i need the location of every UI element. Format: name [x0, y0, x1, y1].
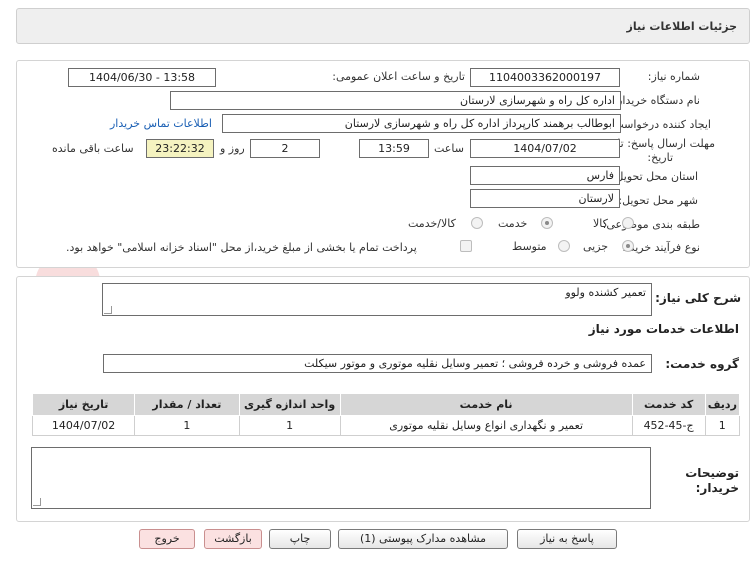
cell-service-code: ج-45-452: [631, 415, 706, 436]
cell-need-date: 1404/07/02: [31, 415, 136, 436]
attachments-button[interactable]: مشاهده مدارک پیوستی (1): [338, 529, 508, 549]
deadline-time-field: 13:59: [359, 139, 429, 158]
buyer-notes-label: توضیحات: [685, 466, 739, 480]
process-radio-medium[interactable]: [558, 240, 570, 252]
remaining-time-field: 23:22:32: [146, 139, 214, 158]
services-title: اطلاعات خدمات مورد نیاز: [588, 322, 739, 336]
city-field: لارستان: [470, 189, 620, 208]
need-number-label: شماره نیاز:: [647, 70, 700, 83]
process-radio-minor[interactable]: [622, 240, 634, 252]
remaining-label: ساعت باقی مانده: [52, 142, 134, 155]
buyer-org-field: اداره کل راه و شهرسازی لارستان: [170, 91, 621, 110]
exit-button[interactable]: خروج: [139, 529, 195, 549]
deadline-label: مهلت ارسال پاسخ: تا: [617, 137, 715, 150]
category-radio-goods[interactable]: [622, 217, 634, 229]
process-label: نوع فرآیند خرید :: [622, 241, 700, 254]
days-label: روز و: [220, 142, 245, 155]
reply-button[interactable]: پاسخ به نیاز: [517, 529, 617, 549]
buyer-notes-field[interactable]: [31, 447, 651, 509]
process-option-minor: جزیی: [583, 240, 609, 253]
province-label: استان محل تحویل:: [611, 170, 698, 183]
creator-label: ایجاد کننده درخواست:: [609, 118, 711, 131]
deadline-label-2: تاریخ:: [647, 151, 673, 164]
col-service-name: نام خدمت: [339, 393, 633, 416]
deadline-date-field: 1404/07/02: [470, 139, 620, 158]
table-row: 1 ج-45-452 تعمیر و نگهداری انواع وسایل ن…: [31, 415, 741, 436]
col-row-number: ردیف: [704, 393, 741, 416]
cell-unit: 1: [238, 415, 341, 436]
col-unit: واحد اندازه گیری: [238, 393, 341, 416]
treasury-checkbox[interactable]: [460, 240, 472, 252]
cell-service-name: تعمیر و نگهداری انواع وسایل نقلیه موتوری: [339, 415, 633, 436]
back-button[interactable]: بازگشت: [204, 529, 262, 549]
notes-resize-handle[interactable]: [33, 498, 41, 506]
announce-field: 1404/06/30 - 13:58: [68, 68, 216, 87]
services-table-header: ردیف کد خدمت نام خدمت واحد اندازه گیری ت…: [31, 393, 741, 416]
category-option-goods: کالا: [593, 217, 608, 230]
category-radio-service[interactable]: [541, 217, 553, 229]
announce-label: تاریخ و ساعت اعلان عمومی:: [332, 70, 465, 83]
payment-note: پرداخت تمام یا بخشی از مبلغ خرید،از محل …: [66, 241, 417, 254]
services-table: ردیف کد خدمت نام خدمت واحد اندازه گیری ت…: [31, 393, 741, 436]
buyer-org-label: نام دستگاه خریدار:: [613, 94, 700, 107]
col-service-code: کد خدمت: [631, 393, 706, 416]
cell-row-number: 1: [704, 415, 741, 436]
service-group-label: گروه خدمت:: [665, 357, 739, 371]
category-radio-goods-service[interactable]: [471, 217, 483, 229]
province-field: فارس: [470, 166, 620, 185]
days-field: 2: [250, 139, 320, 158]
summary-resize-handle[interactable]: [104, 306, 112, 314]
category-option-goods-service: کالا/خدمت: [408, 217, 456, 230]
page-title: جزئیات اطلاعات نیاز: [626, 20, 738, 33]
summary-label: شرح کلی نیاز:: [655, 291, 741, 305]
service-group-field: عمده فروشی و خرده فروشی ؛ تعمیر وسایل نق…: [103, 354, 652, 373]
print-button[interactable]: چاپ: [269, 529, 331, 549]
process-option-medium: متوسط: [512, 240, 547, 253]
category-label: طبقه بندی موضوعی:: [602, 218, 700, 231]
creator-field: ابوطالب برهمند کارپرداز اداره کل راه و ش…: [222, 114, 621, 133]
page-header: جزئیات اطلاعات نیاز: [16, 8, 750, 44]
buyer-notes-label-2: خریدار:: [695, 481, 739, 495]
summary-field: تعمیر کشنده ولوو: [102, 283, 652, 316]
col-need-date: تاریخ نیاز: [31, 393, 136, 416]
city-label: شهر محل تحویل:: [618, 194, 698, 207]
need-number-field: 1104003362000197: [470, 68, 620, 87]
contact-buyer-link[interactable]: اطلاعات تماس خریدار: [110, 117, 212, 130]
col-quantity: تعداد / مقدار: [134, 393, 240, 416]
cell-quantity: 1: [134, 415, 240, 436]
time-label: ساعت: [434, 142, 464, 155]
category-option-service: خدمت: [498, 217, 528, 230]
